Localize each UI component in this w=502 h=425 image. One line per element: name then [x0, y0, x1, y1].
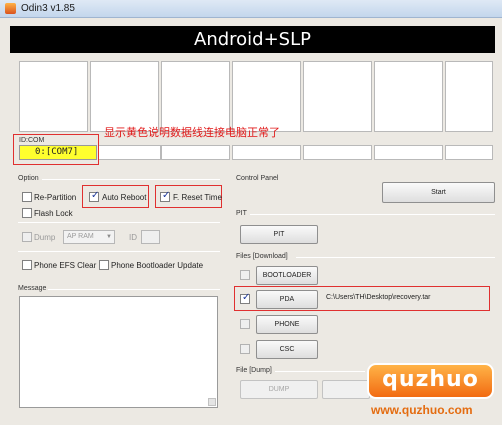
bootloader-checkbox[interactable]	[240, 270, 250, 280]
quzhuo-logo: quzhuo	[367, 363, 494, 399]
device-slot-3	[161, 61, 230, 132]
file-dump-divider	[275, 371, 365, 372]
flash-lock-checkbox[interactable]	[22, 208, 32, 218]
pit-section-label: PIT	[236, 210, 247, 217]
re-partition-label: Re-Partition	[34, 193, 77, 202]
f-reset-time-label: F. Reset Time	[173, 193, 222, 202]
dump-type-value: AP RAM	[67, 233, 94, 240]
phone-checkbox[interactable]	[240, 319, 250, 329]
pit-divider	[250, 214, 495, 215]
option-divider-2	[18, 222, 220, 223]
scrollbar-grip[interactable]	[208, 398, 216, 406]
device-slot-5	[303, 61, 372, 132]
auto-reboot-checkbox[interactable]	[89, 190, 99, 202]
auto-reboot-label: Auto Reboot	[102, 193, 147, 202]
window-title: Odin3 v1.85	[21, 3, 75, 14]
com-slot-4	[232, 145, 301, 160]
annotation-text: 显示黄色说明数据线连接电脑正常了	[104, 126, 280, 139]
idcom-highlight	[13, 134, 99, 165]
com-slot-3	[161, 145, 230, 160]
flash-lock-label: Flash Lock	[34, 209, 73, 218]
pda-checkbox[interactable]	[240, 292, 250, 304]
dump-type-select[interactable]: AP RAM ▼	[63, 230, 115, 244]
quzhuo-watermark: quzhuo www.quzhuo.com	[367, 363, 498, 423]
id-label: ID	[129, 233, 137, 242]
pda-file-path: C:\Users\TH\Desktop\recovery.tar	[326, 294, 431, 301]
file-dump-label: File [Dump]	[236, 367, 272, 374]
message-section-label: Message	[18, 285, 47, 292]
com-slot-5	[303, 145, 372, 160]
pda-button[interactable]: PDA	[256, 290, 318, 309]
csc-button[interactable]: CSC	[256, 340, 318, 359]
dump-label: Dump	[34, 233, 56, 242]
dump-button[interactable]: DUMP	[240, 380, 318, 399]
device-banner: Android+SLP	[10, 26, 495, 53]
device-slot-6	[374, 61, 443, 132]
device-slot-4	[232, 61, 301, 132]
pit-button[interactable]: PIT	[240, 225, 318, 244]
bootloader-button[interactable]: BOOTLOADER	[256, 266, 318, 285]
phone-bootloader-update-label: Phone Bootloader Update	[111, 261, 204, 270]
phone-efs-clear-checkbox[interactable]	[22, 260, 32, 270]
phone-bootloader-update-checkbox[interactable]	[99, 260, 109, 270]
device-slot-1	[19, 61, 88, 132]
quzhuo-url: www.quzhuo.com	[371, 403, 473, 417]
device-slot-7	[445, 61, 493, 132]
option-divider	[42, 179, 220, 180]
phone-button[interactable]: PHONE	[256, 315, 318, 334]
com-slot-2	[98, 145, 161, 160]
csc-checkbox[interactable]	[240, 344, 250, 354]
dump-secondary-button[interactable]	[322, 380, 370, 399]
control-panel-label: Control Panel	[236, 175, 279, 182]
dump-checkbox[interactable]	[22, 232, 32, 242]
phone-efs-clear-label: Phone EFS Clear	[34, 261, 97, 270]
start-button[interactable]: Start	[382, 182, 495, 203]
files-divider	[296, 257, 495, 258]
com-slot-6	[374, 145, 443, 160]
dump-id-input[interactable]	[141, 230, 160, 244]
device-slot-2	[90, 61, 159, 132]
message-log[interactable]	[19, 296, 218, 408]
option-divider-3	[18, 251, 220, 252]
odin-app-icon	[5, 3, 16, 14]
com-slot-7	[445, 145, 493, 160]
option-section-label: Option	[18, 175, 39, 182]
f-reset-time-checkbox[interactable]	[160, 190, 170, 202]
message-divider	[48, 289, 220, 290]
title-bar: Odin3 v1.85	[0, 0, 502, 18]
chevron-down-icon: ▼	[106, 234, 112, 240]
re-partition-checkbox[interactable]	[22, 192, 32, 202]
banner-text: Android+SLP	[194, 29, 311, 50]
files-download-label: Files [Download]	[236, 253, 288, 260]
